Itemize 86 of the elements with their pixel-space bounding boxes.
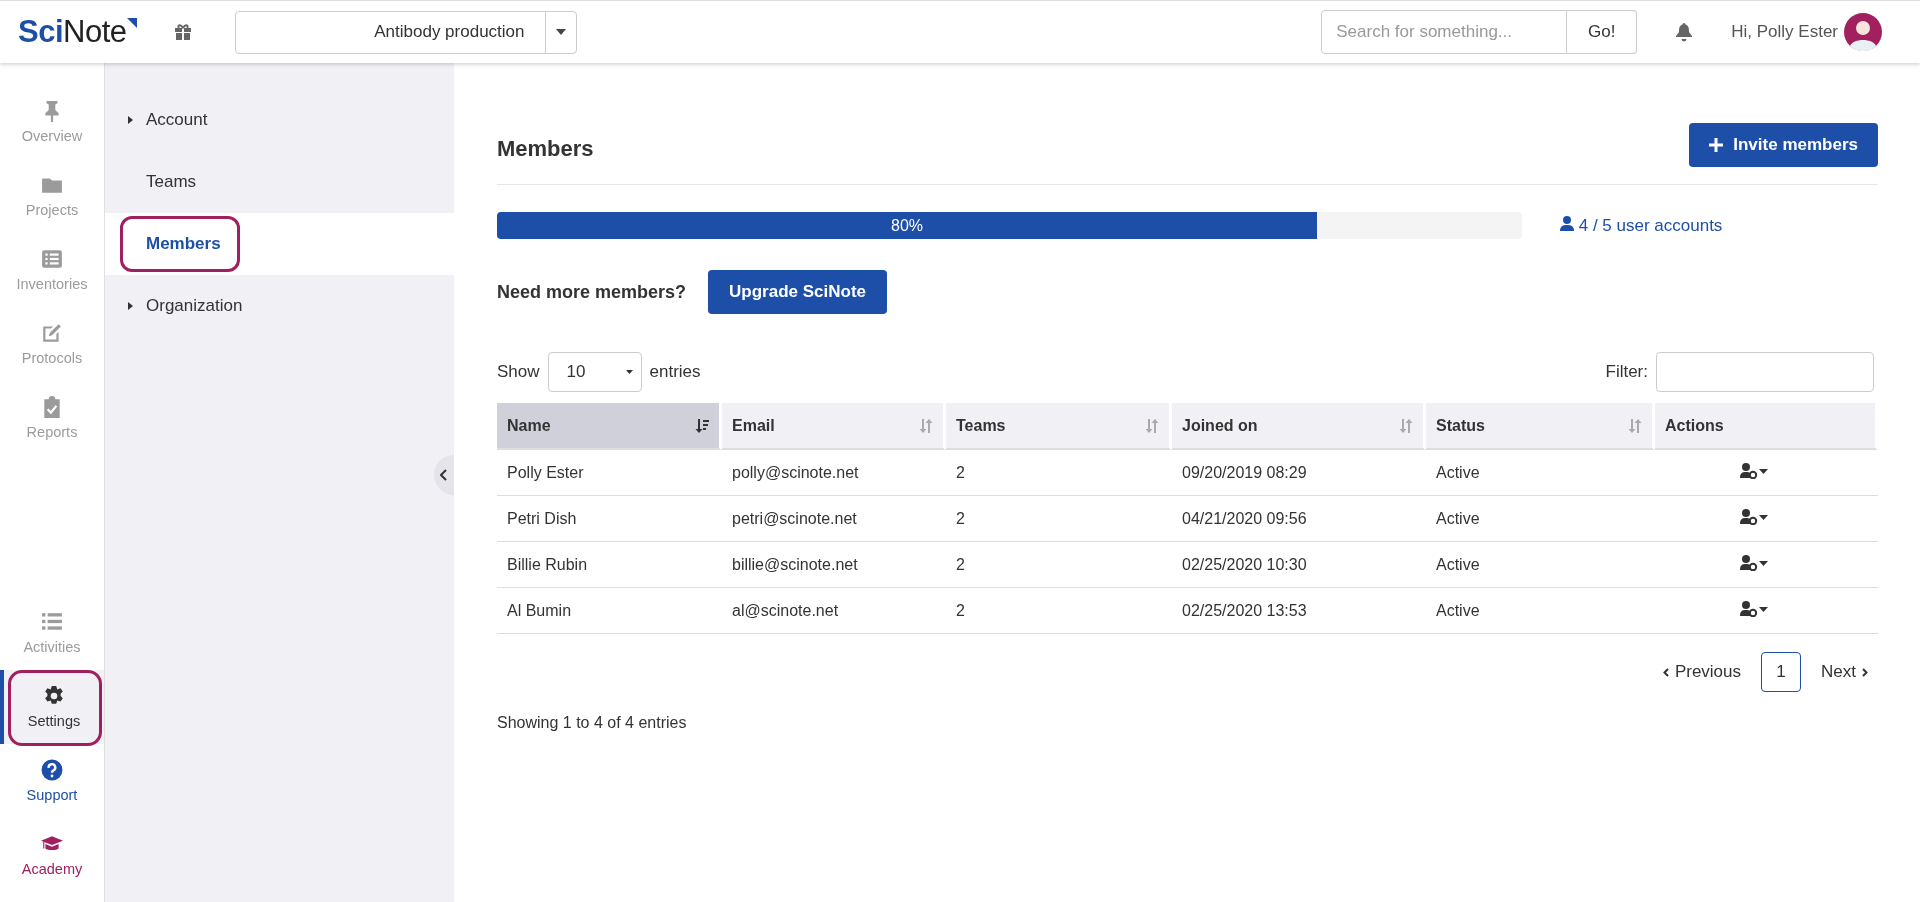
table-cell: Active [1426, 542, 1655, 588]
column-header[interactable]: Joined on [1172, 403, 1426, 450]
bullet-list-icon [41, 611, 63, 633]
sidebar-item[interactable]: Organization [105, 275, 454, 337]
caret-icon [625, 370, 633, 374]
table-cell: Petri Dish [497, 496, 722, 542]
user-gear-icon [1740, 600, 1770, 617]
user-actions-button[interactable] [1740, 554, 1770, 571]
show-label: Show [497, 362, 540, 382]
table-cell: 2 [946, 450, 1172, 496]
search-button[interactable]: Go! [1567, 10, 1638, 54]
table-cell: petri@scinote.net [722, 496, 946, 542]
user-gear-icon [1740, 462, 1770, 479]
table-cell: Al Bumin [497, 588, 722, 634]
column-header[interactable]: Email [722, 403, 946, 450]
table-cell: polly@scinote.net [722, 450, 946, 496]
column-header[interactable]: Status [1426, 403, 1655, 450]
user-actions-button[interactable] [1740, 508, 1770, 525]
table-cell: 04/21/2020 09:56 [1172, 496, 1426, 542]
collapse-button[interactable] [434, 455, 454, 495]
column-header[interactable]: Teams [946, 403, 1172, 450]
caret-icon [128, 116, 133, 124]
notification-bell-icon [1675, 22, 1694, 42]
column-header[interactable]: Actions [1655, 403, 1878, 450]
page-title: Members [497, 136, 594, 162]
table-cell: 2 [946, 588, 1172, 634]
sidebar-item[interactable]: Account [105, 89, 454, 151]
filter-label: Filter: [1605, 362, 1648, 382]
user-actions-button[interactable] [1740, 462, 1770, 479]
table-info: Showing 1 to 4 of 4 entries [497, 714, 688, 732]
column-header[interactable]: Name [497, 403, 722, 450]
list-icon [41, 248, 63, 270]
table-cell: 2 [946, 542, 1172, 588]
caret-icon [555, 29, 566, 35]
sort-icon [919, 418, 933, 433]
progress-label: 80% [890, 216, 924, 236]
table-cell: Active [1426, 450, 1655, 496]
edit-icon [41, 322, 63, 344]
upgrade-button[interactable]: Upgrade SciNote [708, 270, 888, 314]
next-page-link[interactable]: Next [1821, 662, 1868, 682]
flag-icon [126, 18, 137, 28]
user-gear-icon [1740, 508, 1770, 525]
chevron-left-icon [440, 469, 448, 481]
user-icon [1560, 215, 1574, 231]
table-cell: billie@scinote.net [722, 542, 946, 588]
gift-icon [172, 22, 193, 42]
sidebar-item[interactable]: Teams [105, 151, 454, 213]
sort-icon [1628, 418, 1642, 433]
table-cell: Billie Rubin [497, 542, 722, 588]
plus-icon [1709, 138, 1724, 152]
project-dropdown[interactable]: Antibody production [234, 10, 577, 54]
chevron-right-icon [1862, 667, 1868, 677]
sort-descending-icon [695, 418, 709, 433]
nav-item[interactable]: Settings [0, 670, 104, 744]
table-cell: 02/25/2020 10:30 [1172, 542, 1426, 588]
search-field[interactable]: Search for something... [1321, 10, 1568, 54]
nav-item[interactable]: Support [0, 744, 104, 818]
previous-page-link[interactable]: Previous [1662, 662, 1742, 682]
entries-dropdown[interactable]: 10 [547, 352, 642, 392]
caret-icon [128, 302, 133, 310]
table-cell: Polly Ester [497, 450, 722, 496]
table-cell: 02/25/2020 13:53 [1172, 588, 1426, 634]
user-gear-icon [1740, 554, 1770, 571]
user-accounts-link[interactable]: 4 / 5 user accounts [1560, 215, 1723, 236]
settings-icon [43, 685, 65, 707]
nav-item[interactable]: Academy [0, 818, 104, 892]
upgrade-prompt: Need more members? [497, 281, 687, 303]
invite-button[interactable]: Invite members [1689, 123, 1878, 167]
entries-label: entries [649, 362, 701, 382]
help-icon [41, 759, 63, 781]
table-cell: Active [1426, 496, 1655, 542]
table-cell: al@scinote.net [722, 588, 946, 634]
avatar [1844, 13, 1882, 51]
sort-icon [1145, 418, 1159, 433]
chevron-left-icon [1662, 667, 1669, 677]
user-actions-button[interactable] [1740, 600, 1770, 617]
sidebar-item[interactable]: Members [105, 213, 454, 275]
sort-icon [1399, 418, 1413, 433]
logo: SciNote [18, 14, 127, 50]
table-cell: 09/20/2019 08:29 [1172, 450, 1426, 496]
page-button[interactable]: 1 [1761, 652, 1802, 692]
user-greeting[interactable]: Hi, Polly Ester [1731, 22, 1838, 42]
table-cell: 2 [946, 496, 1172, 542]
table-cell: Active [1426, 588, 1655, 634]
clipboard-icon [41, 396, 63, 418]
filter-field[interactable] [1656, 352, 1874, 392]
